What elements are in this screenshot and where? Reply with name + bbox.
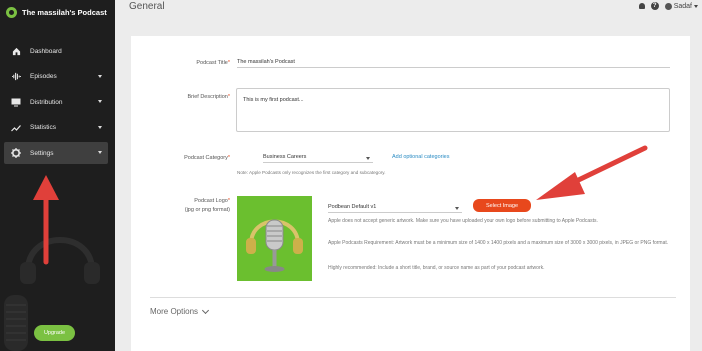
help-icon[interactable]: ? <box>650 2 659 10</box>
waveform-icon <box>10 72 22 82</box>
logo-template-value: Podbean Default v1 <box>328 204 377 210</box>
sidebar-item-distribution[interactable]: Distribution <box>0 91 115 113</box>
podcast-logo-label: Podcast Logo* (jpg or png format) <box>184 198 230 213</box>
sidebar-item-label: Statistics <box>30 124 57 131</box>
podcast-title-label: Podcast Title* <box>196 60 230 66</box>
page-title: General <box>129 1 165 12</box>
divider <box>150 297 676 298</box>
monitor-icon <box>10 97 22 107</box>
bell-icon[interactable] <box>638 3 645 9</box>
sidebar-item-label: Dashboard <box>30 47 62 55</box>
brief-description-textarea[interactable]: This is my first podcast... <box>236 88 670 132</box>
trend-icon <box>10 123 22 133</box>
podcast-logo-icon <box>6 7 17 18</box>
home-icon <box>10 46 22 56</box>
chevron-down-icon <box>366 157 370 160</box>
chevron-down-icon <box>455 207 459 210</box>
header-actions: ? Sadaf <box>638 2 698 10</box>
more-options-toggle[interactable]: More Options <box>150 306 210 316</box>
podcast-title-input[interactable]: The massilah's Podcast <box>237 57 670 68</box>
sidebar-nav: Dashboard Episodes Distribution Statisti… <box>0 40 115 168</box>
category-selected-value: Business Careers <box>263 154 307 160</box>
microphone-artwork <box>246 219 303 272</box>
logo-help-requirements: Apple Podcasts Requirement: Artwork must… <box>328 240 669 246</box>
user-icon <box>664 2 672 10</box>
brand[interactable]: The massilah's Podcast <box>6 7 107 18</box>
sidebar-item-label: Episodes <box>30 73 57 80</box>
category-note: Note: Apple Podcasts only recognizes the… <box>237 170 386 175</box>
sidebar-item-dashboard[interactable]: Dashboard <box>0 40 115 62</box>
chevron-down-icon <box>98 74 102 78</box>
logo-help-generic: Apple does not accept generic artwork. M… <box>328 218 598 224</box>
chevron-down-icon <box>694 4 698 8</box>
sidebar: The massilah's Podcast Dashboard Episode… <box>0 0 115 351</box>
chevron-down-icon <box>98 125 102 129</box>
sidebar-item-episodes[interactable]: Episodes <box>0 66 115 88</box>
logo-template-select[interactable]: Podbean Default v1 <box>328 202 462 213</box>
podcast-logo-image <box>237 196 312 281</box>
sidebar-item-label: Distribution <box>30 98 63 106</box>
chevron-down-icon <box>98 100 102 103</box>
brand-name: The massilah's Podcast <box>22 8 107 17</box>
user-name: Sadaf <box>673 2 692 10</box>
upgrade-button[interactable]: Upgrade <box>34 325 75 341</box>
podcast-category-select[interactable]: Business Careers <box>263 152 373 163</box>
user-menu[interactable]: Sadaf <box>664 2 698 10</box>
chevron-down-icon <box>201 306 210 314</box>
sidebar-item-settings[interactable]: Settings <box>4 142 108 164</box>
general-settings-card: Podcast Title* The massilah's Podcast Br… <box>131 36 690 351</box>
logo-help-recommendation: Highly recommended: Include a short titl… <box>328 265 545 271</box>
top-header: General ? Sadaf <box>115 0 702 16</box>
add-categories-link[interactable]: Add optional categories <box>392 154 449 160</box>
podcast-category-label: Podcast Category* <box>184 155 230 161</box>
chevron-down-icon <box>98 151 102 154</box>
more-options-label: More Options <box>150 307 199 316</box>
sidebar-item-statistics[interactable]: Statistics <box>0 117 115 139</box>
gear-icon <box>10 148 22 158</box>
brief-description-label: Brief Description* <box>187 94 231 100</box>
logo-format-hint: (jpg or png format) <box>184 207 230 213</box>
select-image-button[interactable]: Select Image <box>473 199 531 212</box>
sidebar-item-label: Settings <box>30 149 54 157</box>
